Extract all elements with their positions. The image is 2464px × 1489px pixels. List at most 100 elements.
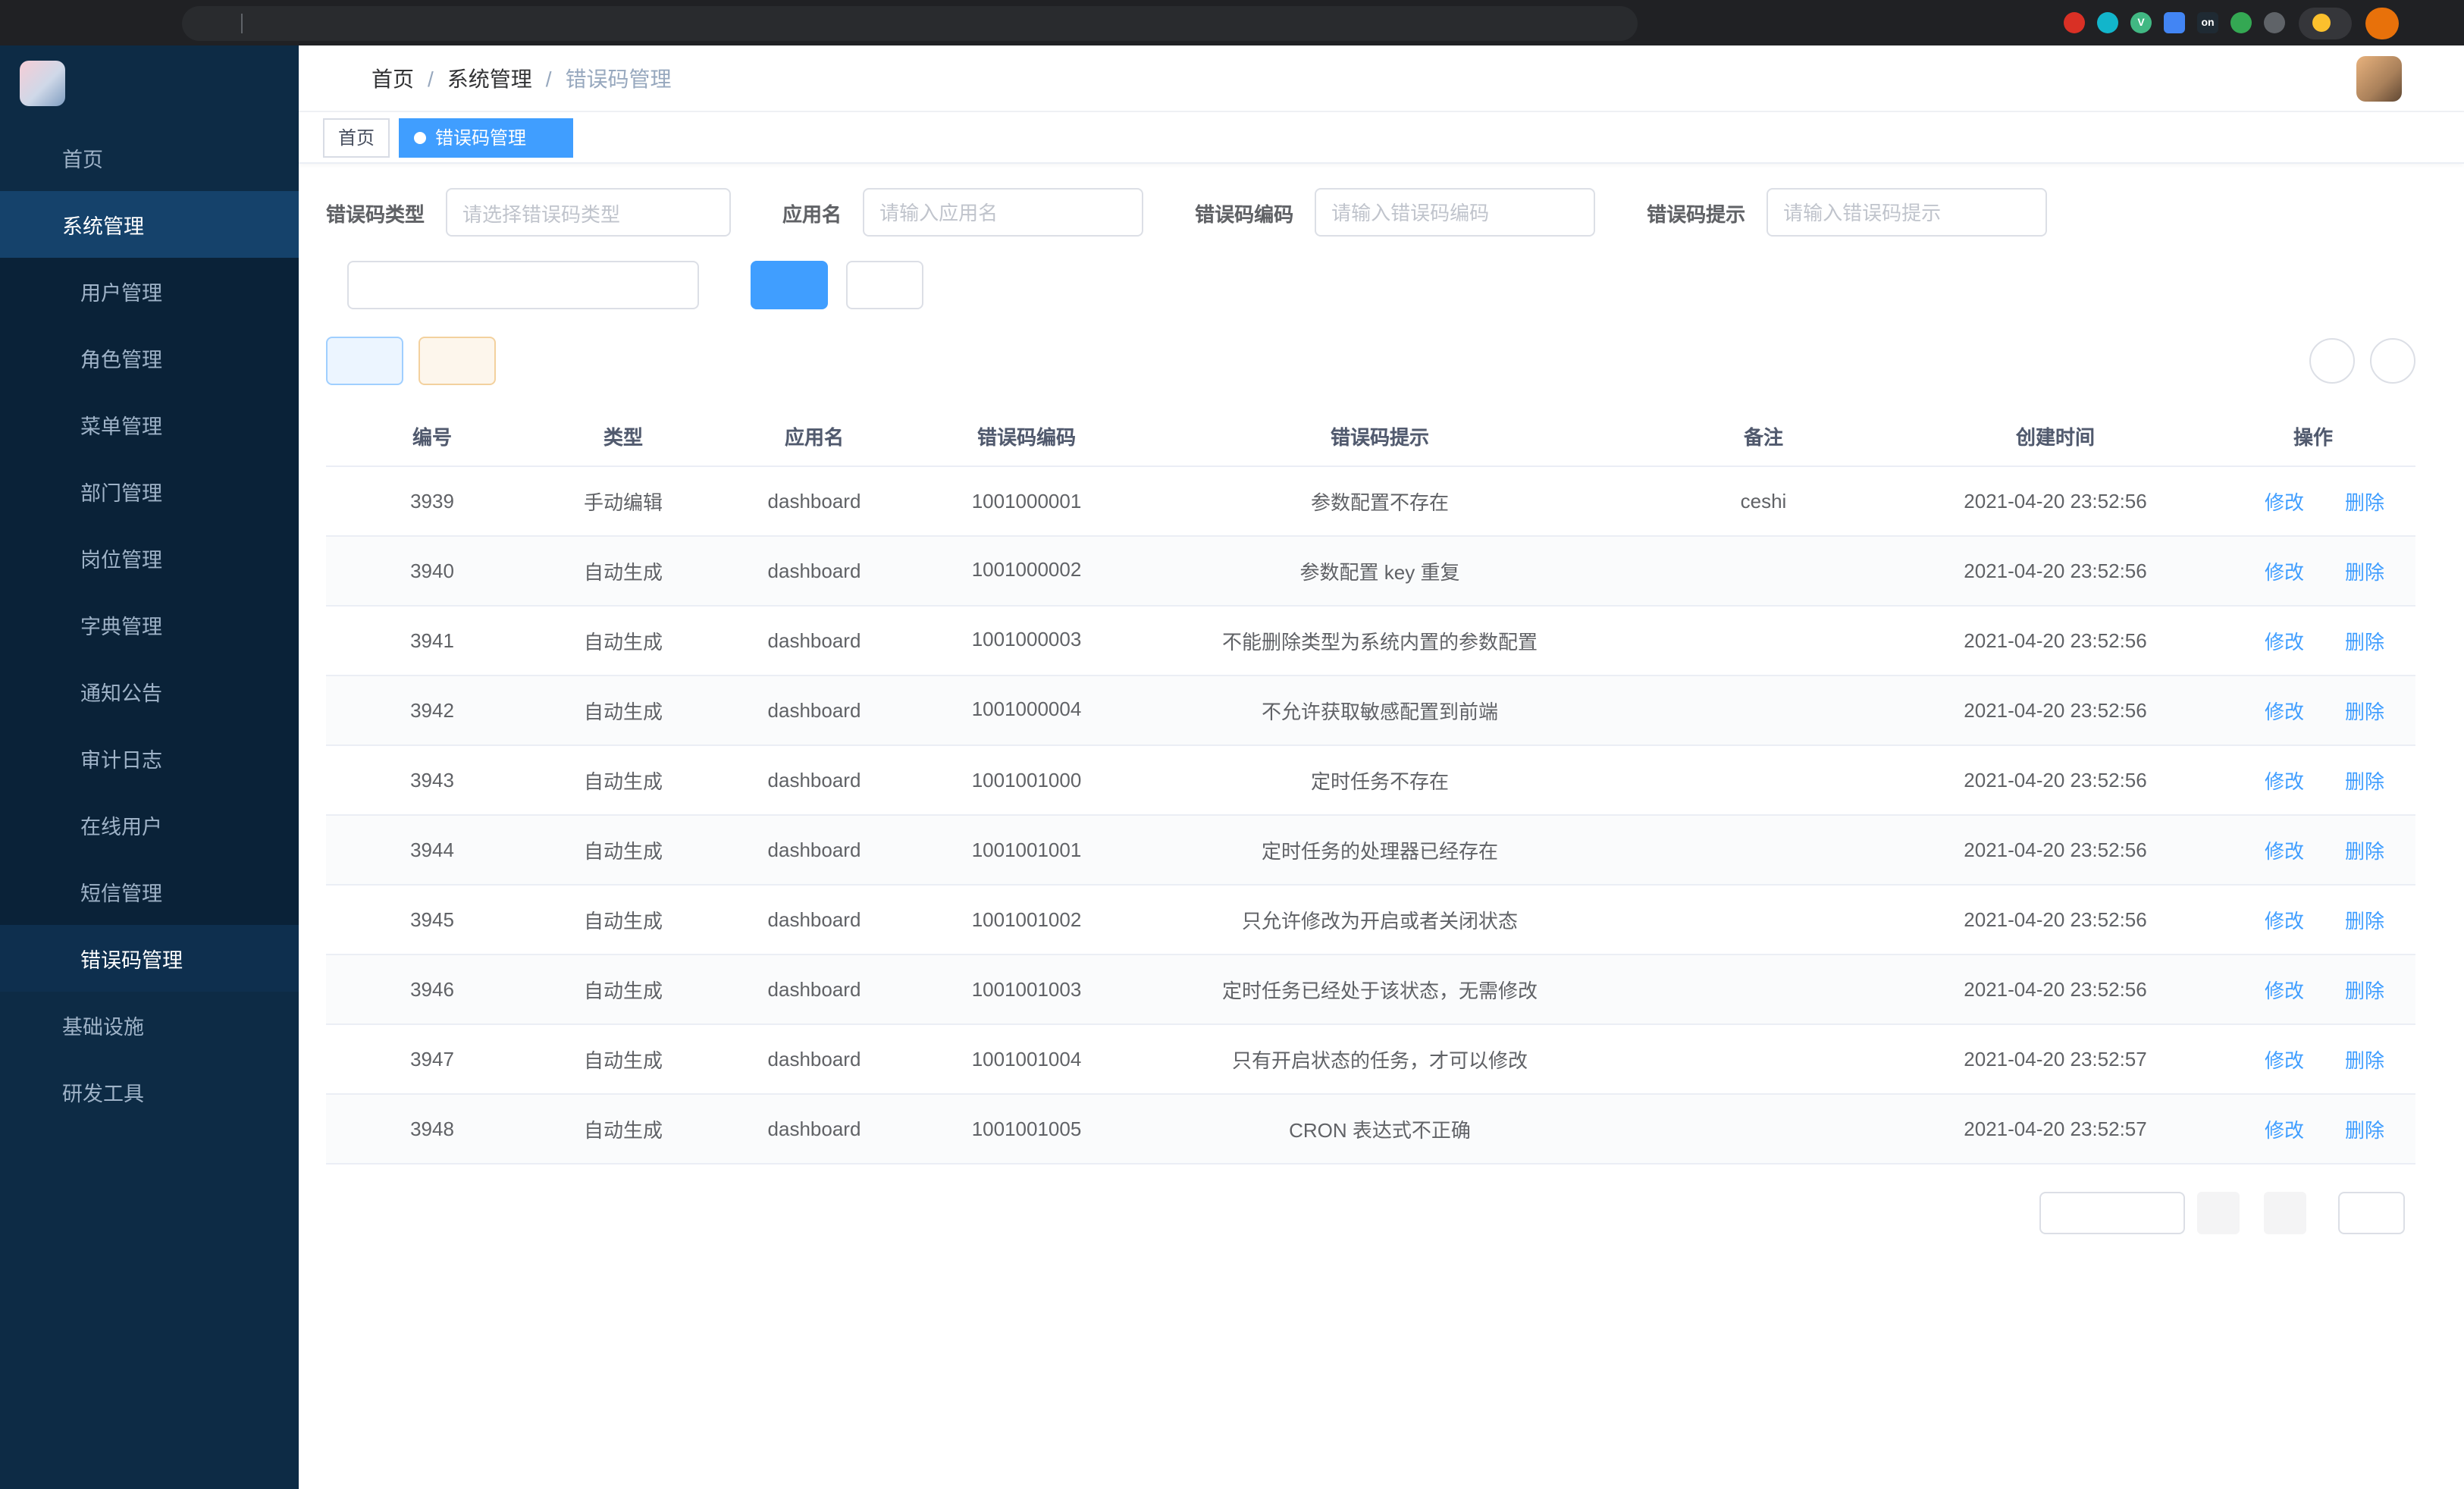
sidebar-item-sms-management[interactable]: 短信管理 (0, 858, 299, 925)
sidebar-item-dev-tools[interactable]: 研发工具 (0, 1058, 299, 1125)
sidebar-item-dict-management[interactable]: 字典管理 (0, 591, 299, 658)
cell-app-name: dashboard (708, 629, 920, 652)
delete-link[interactable]: 删除 (2322, 1114, 2384, 1143)
next-page-button[interactable] (2264, 1192, 2306, 1234)
extension-icon-drop[interactable] (2097, 12, 2118, 33)
breadcrumb-item[interactable]: 首页 (371, 63, 414, 93)
page-size-select[interactable] (2039, 1192, 2185, 1234)
update-button[interactable] (2365, 7, 2399, 39)
delete-link[interactable]: 删除 (2322, 905, 2384, 934)
tab-error-code-management[interactable]: 错误码管理 (399, 118, 573, 157)
tab-home[interactable]: 首页 (323, 118, 390, 157)
edit-icon (2242, 1120, 2260, 1138)
extension-icon-leaf[interactable] (2230, 12, 2252, 33)
edit-link[interactable]: 修改 (2242, 975, 2304, 1004)
delete-link[interactable]: 删除 (2322, 975, 2384, 1004)
edit-icon (2242, 771, 2260, 789)
sidebar-item-menu-management[interactable]: 菜单管理 (0, 391, 299, 458)
delete-icon (2322, 492, 2340, 510)
delete-link[interactable]: 删除 (2322, 487, 2384, 516)
edit-icon (2242, 562, 2260, 580)
chevron-up-icon (258, 216, 274, 233)
reset-button[interactable] (846, 261, 923, 309)
export-button[interactable] (419, 337, 496, 385)
github-icon[interactable] (2162, 65, 2188, 91)
caret-down-icon[interactable] (2425, 71, 2440, 86)
address-bar[interactable] (182, 5, 1638, 40)
app-name-input[interactable] (879, 201, 1127, 224)
extension-icon-on-badge[interactable]: on (2197, 12, 2218, 33)
avatar[interactable] (2356, 55, 2402, 101)
input-app-name[interactable] (863, 188, 1143, 237)
toggle-search-button[interactable] (2309, 338, 2355, 384)
sidebar-item-error-code-management[interactable]: 错误码管理 (0, 925, 299, 992)
edit-link[interactable]: 修改 (2242, 696, 2304, 725)
input-error-code[interactable] (1315, 188, 1595, 237)
tab-close-icon[interactable] (537, 127, 558, 148)
error-hint-input[interactable] (1783, 201, 2030, 224)
prev-page-button[interactable] (2197, 1192, 2240, 1234)
edit-link[interactable]: 修改 (2242, 835, 2304, 864)
refresh-table-button[interactable] (2370, 338, 2415, 384)
input-error-hint[interactable] (1766, 188, 2047, 237)
refresh-icon (870, 275, 890, 295)
edit-link[interactable]: 修改 (2242, 487, 2304, 516)
bookmark-star-icon[interactable] (2014, 5, 2050, 41)
filter-row-2 (326, 261, 2415, 309)
browser-menu-icon[interactable] (2412, 5, 2449, 41)
delete-link[interactable]: 删除 (2322, 835, 2384, 864)
sidebar-item-post-management[interactable]: 岗位管理 (0, 525, 299, 591)
sidebar-item-role-management[interactable]: 角色管理 (0, 324, 299, 391)
sidebar-item-infrastructure[interactable]: 基础设施 (0, 992, 299, 1058)
content: 错误码类型请选择错误码类型应用名错误码编码错误码提示 (299, 164, 2464, 1489)
extension-icon-vue-devtools[interactable]: V (2130, 12, 2152, 33)
hamburger-icon[interactable] (323, 64, 350, 92)
breadcrumb-item[interactable]: 系统管理 (447, 63, 532, 93)
extension-icon-grid[interactable] (2164, 12, 2185, 33)
delete-link[interactable]: 删除 (2322, 766, 2384, 795)
sidebar-item-user-management[interactable]: 用户管理 (0, 258, 299, 324)
select-error-code-type[interactable]: 请选择错误码类型 (446, 188, 731, 237)
paused-badge[interactable] (2299, 7, 2352, 39)
sidebar-item-home[interactable]: 首页 (0, 124, 299, 191)
error-code-input[interactable] (1331, 201, 1578, 224)
edit-link[interactable]: 修改 (2242, 1045, 2304, 1074)
cell-error-code: 1001001003 (920, 978, 1133, 1001)
edit-link[interactable]: 修改 (2242, 1114, 2304, 1143)
create-time-range-picker[interactable] (347, 261, 699, 309)
delete-link[interactable]: 删除 (2322, 1045, 2384, 1074)
edit-link[interactable]: 修改 (2242, 905, 2304, 934)
sidebar-item-dept-management[interactable]: 部门管理 (0, 458, 299, 525)
end-date-input[interactable] (514, 274, 611, 296)
edit-link[interactable]: 修改 (2242, 626, 2304, 655)
sidebar-item-system-management[interactable]: 系统管理 (0, 191, 299, 258)
extension-icon-record[interactable] (2064, 12, 2085, 33)
extension-icon-pin[interactable] (2264, 12, 2285, 33)
add-button[interactable] (326, 337, 403, 385)
table-row: 3944 自动生成 dashboard 1001001001 定时任务的处理器已… (326, 816, 2415, 886)
cell-type: 自动生成 (538, 905, 708, 934)
logo[interactable] (0, 45, 299, 121)
goto-page-input[interactable] (2338, 1192, 2405, 1234)
reload-icon[interactable] (94, 5, 130, 41)
table-row: 3941 自动生成 dashboard 1001000003 不能删除类型为系统… (326, 607, 2415, 676)
search-button[interactable] (751, 261, 828, 309)
browser-home-icon[interactable] (133, 5, 170, 41)
delete-link[interactable]: 删除 (2322, 626, 2384, 655)
sidebar-item-notice-management[interactable]: 通知公告 (0, 658, 299, 725)
sidebar-item-online-users[interactable]: 在线用户 (0, 792, 299, 858)
search-icon[interactable] (2114, 65, 2140, 91)
filter-field-app-name: 应用名 (782, 188, 1143, 237)
back-icon[interactable] (15, 5, 52, 41)
sidebar-item-label: 审计日志 (80, 743, 243, 773)
edit-link[interactable]: 修改 (2242, 556, 2304, 585)
sidebar-item-audit-log[interactable]: 审计日志 (0, 725, 299, 792)
delete-link[interactable]: 删除 (2322, 696, 2384, 725)
edit-link[interactable]: 修改 (2242, 766, 2304, 795)
help-icon[interactable] (2211, 65, 2237, 91)
start-date-input[interactable] (396, 274, 493, 296)
font-size-icon[interactable] (2308, 65, 2334, 91)
forward-icon[interactable] (55, 5, 91, 41)
delete-link[interactable]: 删除 (2322, 556, 2384, 585)
fullscreen-icon[interactable] (2259, 65, 2285, 91)
